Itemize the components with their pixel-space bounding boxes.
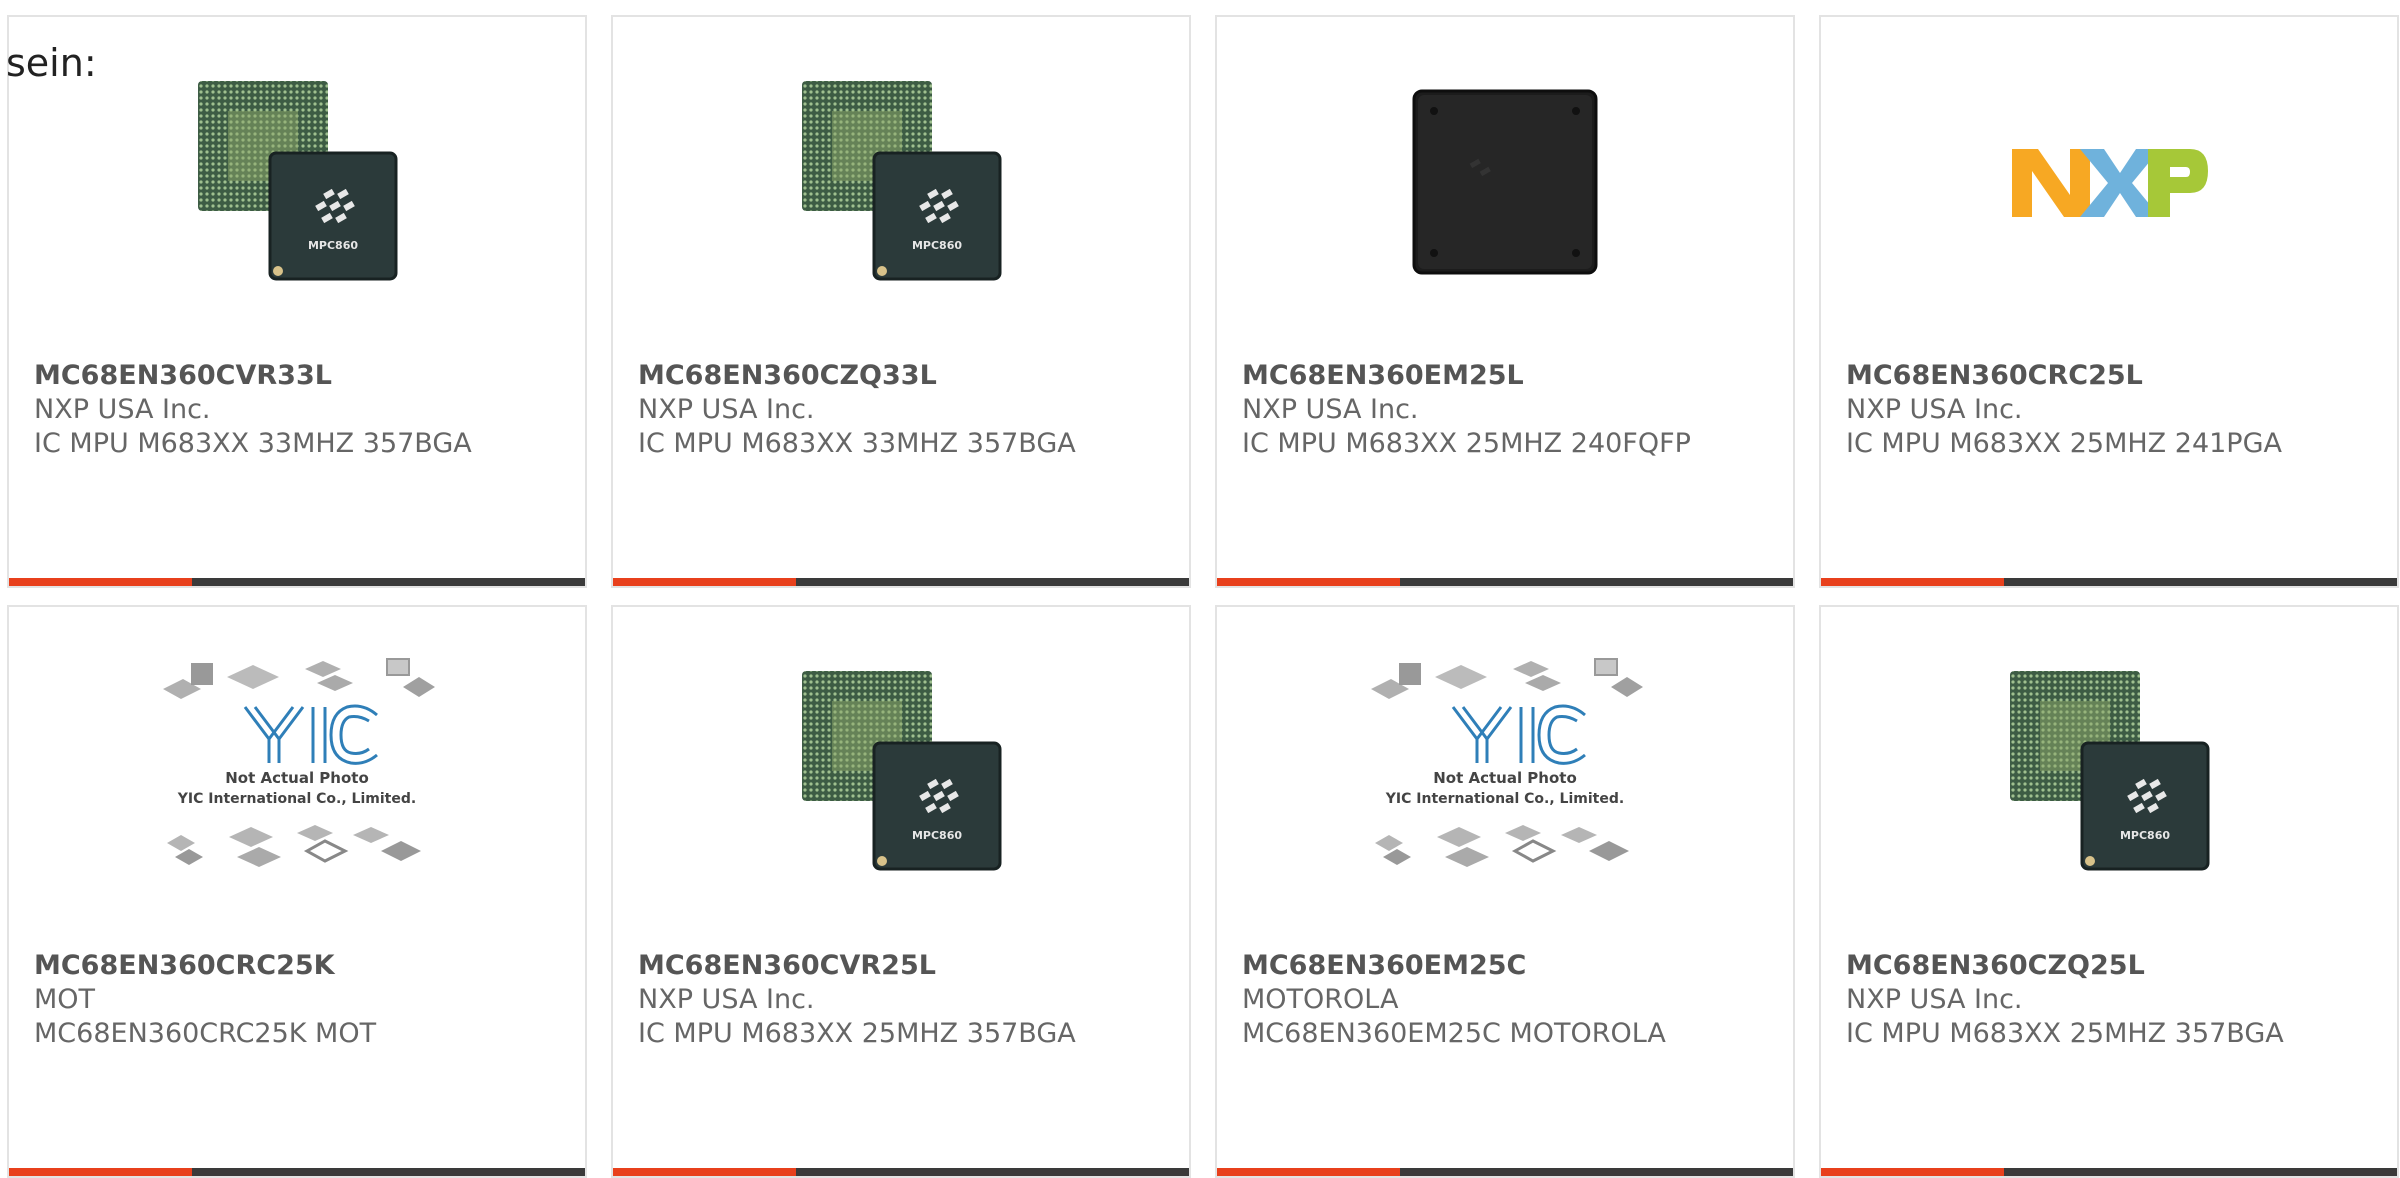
- card-bottom-bar: [613, 1168, 1189, 1176]
- qfp-chip-icon[interactable]: [1400, 77, 1610, 287]
- card-accent-bar: [613, 578, 796, 586]
- description: IC MPU M683XX 25MHZ 241PGA: [1846, 428, 2282, 459]
- part-number[interactable]: MC68EN360EM25L: [1242, 359, 1773, 393]
- product-card[interactable]: MC68EN360CRC25L NXP USA Inc. IC MPU M683…: [1819, 15, 2399, 588]
- manufacturer: NXP USA Inc.: [34, 394, 211, 425]
- product-card[interactable]: MC68EN360EM25L NXP USA Inc. IC MPU M683X…: [1215, 15, 1795, 588]
- manufacturer: NXP USA Inc.: [1846, 984, 2023, 1015]
- bga-chip-icon[interactable]: MPC860: [192, 77, 402, 287]
- description: MC68EN360EM25C MOTOROLA: [1242, 1018, 1666, 1049]
- manufacturer: NXP USA Inc.: [1846, 394, 2023, 425]
- bga-chip-icon[interactable]: MPC860: [2004, 667, 2214, 877]
- card-accent-bar: [1821, 578, 2004, 586]
- card-bottom-bar: [9, 1168, 585, 1176]
- intro-text: sein:: [6, 41, 97, 85]
- part-number[interactable]: MC68EN360CRC25L: [1846, 359, 2377, 393]
- chip-label: MPC860: [912, 239, 962, 252]
- part-number[interactable]: MC68EN360CRC25K: [34, 949, 565, 983]
- part-number[interactable]: MC68EN360CZQ25L: [1846, 949, 2377, 983]
- part-number[interactable]: MC68EN360CVR25L: [638, 949, 1169, 983]
- card-bottom-bar: [1821, 578, 2397, 586]
- placeholder-line1: Not Actual Photo: [225, 769, 369, 787]
- description: MC68EN360CRC25K MOT: [34, 1018, 377, 1049]
- card-accent-bar: [1217, 1168, 1400, 1176]
- manufacturer: NXP USA Inc.: [1242, 394, 1419, 425]
- placeholder-line2: YIC International Co., Limited.: [1385, 791, 1624, 807]
- part-number[interactable]: MC68EN360CZQ33L: [638, 359, 1169, 393]
- chip-label: MPC860: [912, 829, 962, 842]
- product-grid: MPC860 MC68EN360CVR33L NXP USA Inc. IC M…: [7, 15, 2399, 1178]
- part-number[interactable]: MC68EN360EM25C: [1242, 949, 1773, 983]
- bga-chip-icon[interactable]: MPC860: [796, 667, 1006, 877]
- product-card[interactable]: MPC860 MC68EN360CZQ33L NXP USA Inc. IC M…: [611, 15, 1191, 588]
- card-bottom-bar: [9, 578, 585, 586]
- card-accent-bar: [1217, 578, 1400, 586]
- part-number[interactable]: MC68EN360CVR33L: [34, 359, 565, 393]
- card-accent-bar: [1821, 1168, 2004, 1176]
- card-accent-bar: [613, 1168, 796, 1176]
- description: IC MPU M683XX 25MHZ 357BGA: [1846, 1018, 2284, 1049]
- card-bottom-bar: [1217, 1168, 1793, 1176]
- chip-label: MPC860: [308, 239, 358, 252]
- placeholder-line2: YIC International Co., Limited.: [177, 791, 416, 807]
- manufacturer: NXP USA Inc.: [638, 394, 815, 425]
- description: IC MPU M683XX 25MHZ 240FQFP: [1242, 428, 1691, 459]
- manufacturer: MOT: [34, 984, 96, 1015]
- manufacturer: MOTOROLA: [1242, 984, 1399, 1015]
- card-bottom-bar: [1821, 1168, 2397, 1176]
- description: IC MPU M683XX 33MHZ 357BGA: [34, 428, 472, 459]
- card-accent-bar: [9, 578, 192, 586]
- product-card[interactable]: MPC860 MC68EN360CVR25L NXP USA Inc. IC M…: [611, 605, 1191, 1178]
- card-bottom-bar: [1217, 578, 1793, 586]
- bga-chip-icon[interactable]: MPC860: [796, 77, 1006, 287]
- product-card[interactable]: MPC860 MC68EN360CVR33L NXP USA Inc. IC M…: [7, 15, 587, 588]
- card-bottom-bar: [613, 578, 1189, 586]
- chip-label: MPC860: [2120, 829, 2170, 842]
- nxp-logo[interactable]: [2004, 77, 2214, 287]
- manufacturer: NXP USA Inc.: [638, 984, 815, 1015]
- card-accent-bar: [9, 1168, 192, 1176]
- placeholder-photo-icon[interactable]: Not Actual Photo YIC International Co., …: [157, 647, 437, 887]
- placeholder-photo-icon[interactable]: Not Actual Photo YIC International Co., …: [1365, 647, 1645, 887]
- placeholder-line1: Not Actual Photo: [1433, 769, 1577, 787]
- product-card[interactable]: Not Actual Photo YIC International Co., …: [7, 605, 587, 1178]
- product-card[interactable]: Not Actual Photo YIC International Co., …: [1215, 605, 1795, 1178]
- description: IC MPU M683XX 33MHZ 357BGA: [638, 428, 1076, 459]
- product-card[interactable]: MPC860 MC68EN360CZQ25L NXP USA Inc. IC M…: [1819, 605, 2399, 1178]
- description: IC MPU M683XX 25MHZ 357BGA: [638, 1018, 1076, 1049]
